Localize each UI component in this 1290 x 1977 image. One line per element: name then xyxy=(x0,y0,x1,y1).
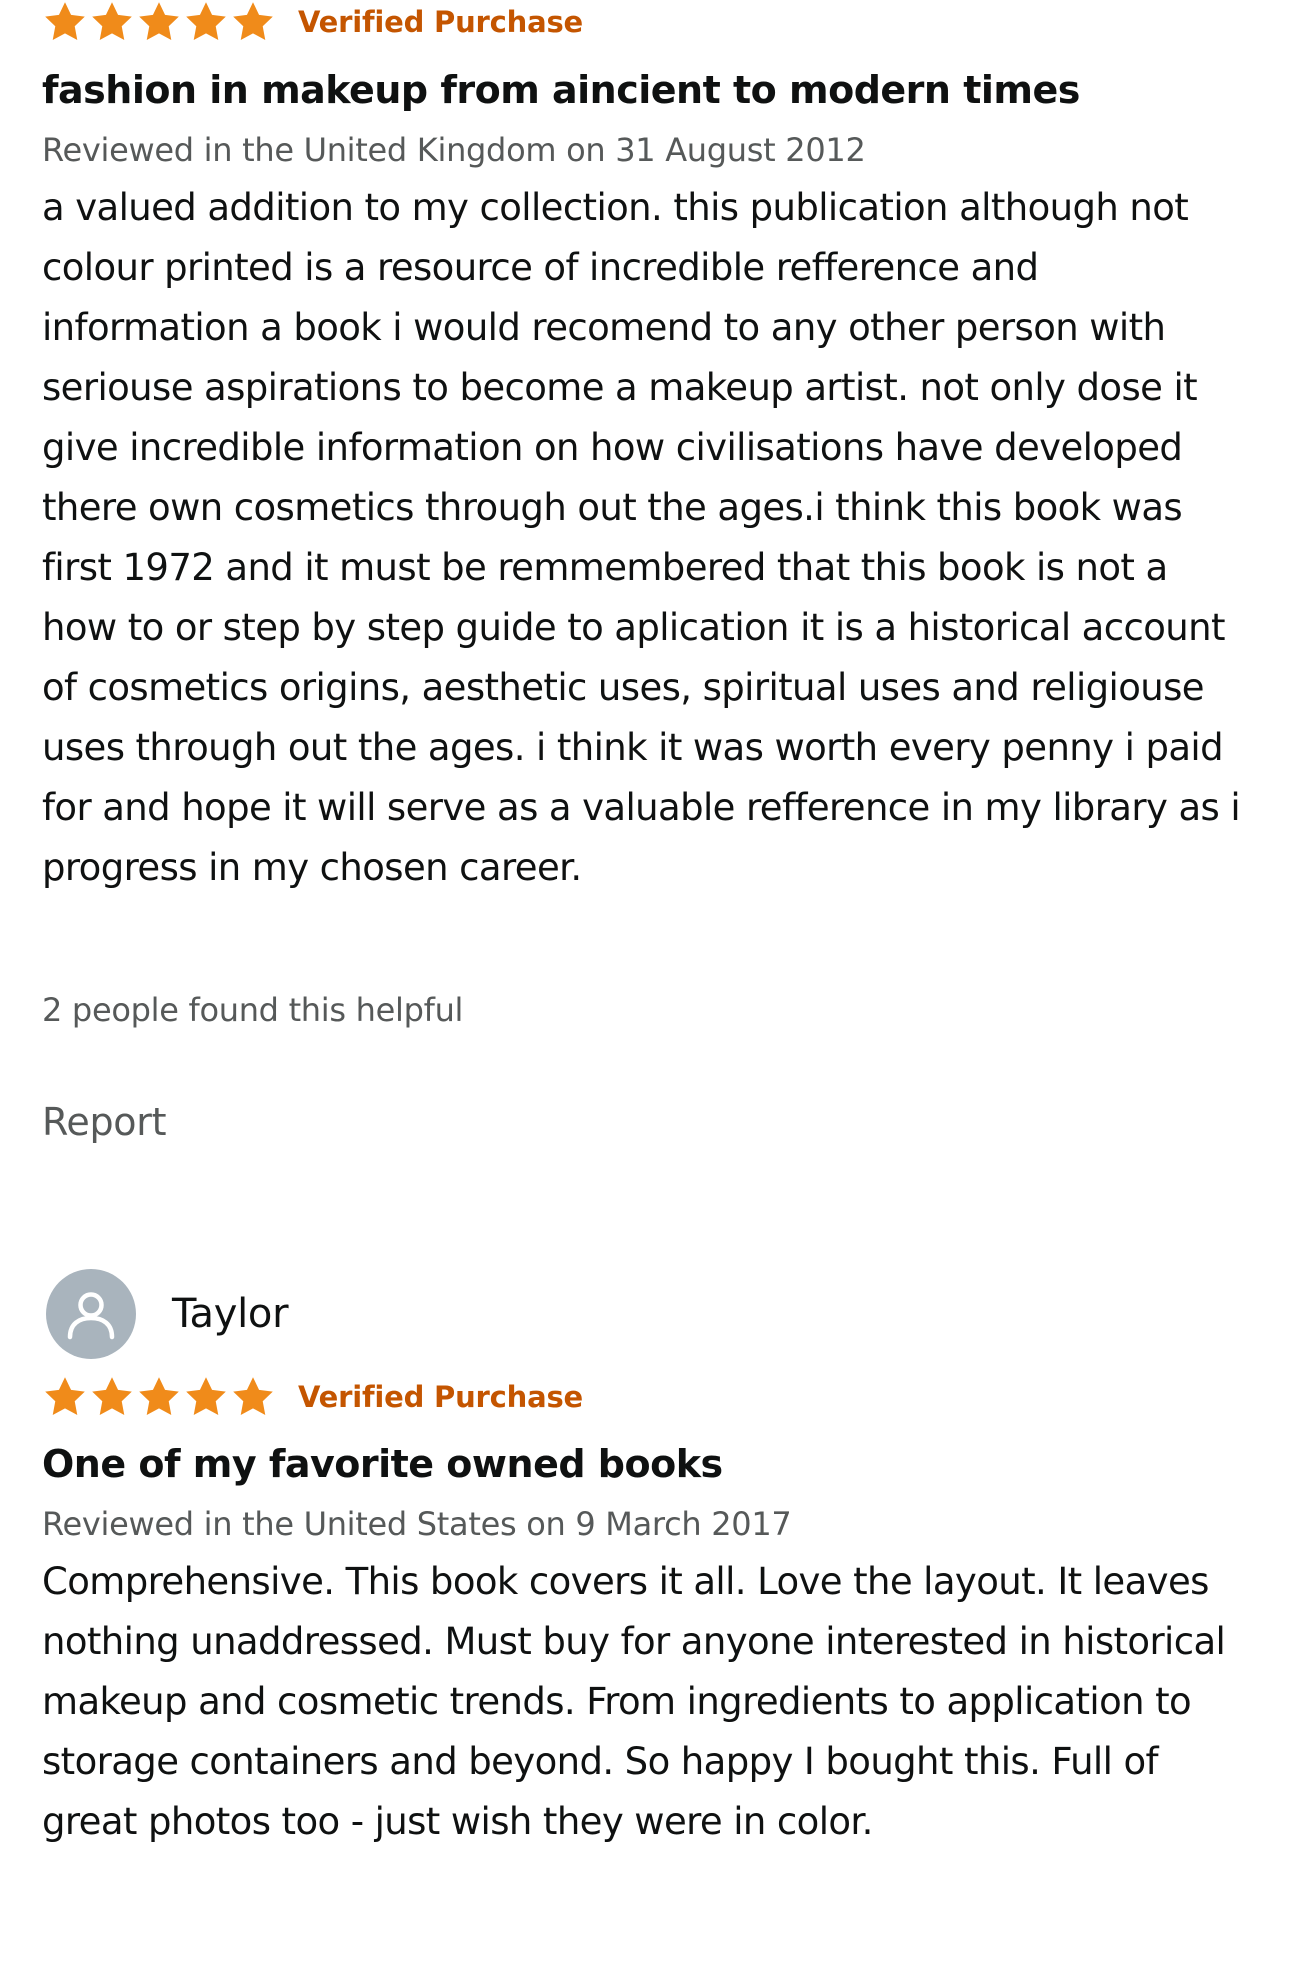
review-title[interactable]: One of my favorite owned books xyxy=(42,1438,723,1490)
star-icon xyxy=(139,1377,179,1415)
rating-row: Verified Purchase xyxy=(42,1375,583,1419)
reviewer-profile[interactable]: Taylor xyxy=(46,1268,289,1360)
star-icon xyxy=(186,1377,226,1415)
avatar[interactable] xyxy=(46,1269,136,1359)
verified-purchase-badge: Verified Purchase xyxy=(298,5,583,39)
reviewer-name[interactable]: Taylor xyxy=(172,1291,289,1337)
helpful-count: 2 people found this helpful xyxy=(42,991,464,1029)
star-icon xyxy=(233,1377,273,1415)
star-rating[interactable] xyxy=(42,0,276,44)
review-body: a valued addition to my collection. this… xyxy=(42,186,1241,889)
review-date: Reviewed in the United States on 9 March… xyxy=(42,1505,792,1543)
star-rating[interactable] xyxy=(42,1375,276,1419)
review-body: Comprehensive. This book covers it all. … xyxy=(42,1560,1226,1843)
report-link[interactable]: Report xyxy=(42,1097,166,1147)
star-icon xyxy=(45,2,85,40)
star-icon xyxy=(233,2,273,40)
star-icon xyxy=(92,1377,132,1415)
default-user-icon xyxy=(67,1292,115,1340)
review-date: Reviewed in the United Kingdom on 31 Aug… xyxy=(42,131,866,169)
rating-row: Verified Purchase xyxy=(42,0,583,44)
review-title[interactable]: fashion in makeup from aincient to moder… xyxy=(42,64,1080,116)
star-icon xyxy=(45,1377,85,1415)
star-icon xyxy=(139,2,179,40)
star-icon xyxy=(92,2,132,40)
verified-purchase-badge: Verified Purchase xyxy=(298,1380,583,1414)
star-icon xyxy=(186,2,226,40)
